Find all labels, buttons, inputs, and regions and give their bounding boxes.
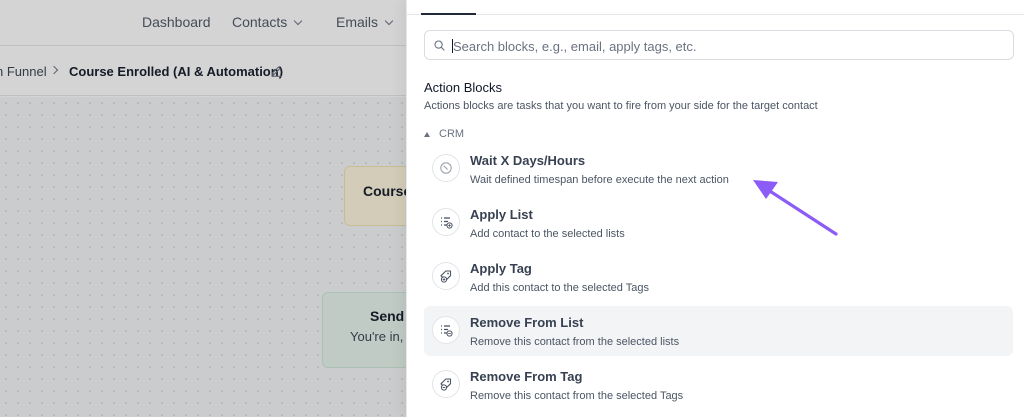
block-description: Add this contact to the selected Tags	[470, 282, 649, 294]
text-cursor	[452, 39, 453, 53]
block-description: Wait defined timespan before execute the…	[470, 174, 729, 186]
block-description: Remove this contact from the selected li…	[470, 336, 680, 348]
tag-add-icon	[432, 262, 460, 290]
action-blocks-drawer: Action Blocks Actions blocks are tasks t…	[406, 0, 1024, 417]
list-add-icon	[432, 208, 460, 236]
block-wait-days-hours[interactable]: Wait X Days/Hours Wait defined timespan …	[424, 146, 1013, 196]
block-title: Apply Tag	[470, 261, 532, 276]
block-remove-from-list[interactable]: Remove From List Remove this contact fro…	[424, 306, 1013, 356]
section-title: Action Blocks	[424, 80, 503, 95]
drawer-tab-bar	[407, 0, 1024, 15]
search-icon	[434, 40, 445, 51]
active-tab-indicator	[421, 13, 476, 15]
caret-up-icon	[424, 131, 430, 137]
tag-remove-icon	[432, 370, 460, 398]
list-remove-icon	[432, 316, 460, 344]
clock-icon	[432, 154, 460, 182]
block-search	[424, 30, 1014, 60]
block-description: Remove this contact from the selected Ta…	[470, 390, 684, 402]
section-description: Actions blocks are tasks that you want t…	[424, 100, 818, 112]
block-title: Apply List	[470, 207, 533, 222]
block-title: Wait X Days/Hours	[470, 153, 586, 168]
block-remove-from-tag[interactable]: Remove From Tag Remove this contact from…	[424, 362, 1013, 412]
group-toggle-crm[interactable]: CRM	[424, 127, 464, 141]
block-title: Remove From Tag	[470, 369, 583, 384]
group-label: CRM	[439, 128, 465, 140]
block-title: Remove From List	[470, 315, 584, 330]
block-description: Add contact to the selected lists	[470, 228, 625, 240]
block-apply-tag[interactable]: Apply Tag Add this contact to the select…	[424, 254, 1013, 304]
search-input[interactable]	[453, 36, 1003, 56]
block-apply-list[interactable]: Apply List Add contact to the selected l…	[424, 200, 1013, 250]
pointer-arrow-icon	[753, 180, 838, 236]
